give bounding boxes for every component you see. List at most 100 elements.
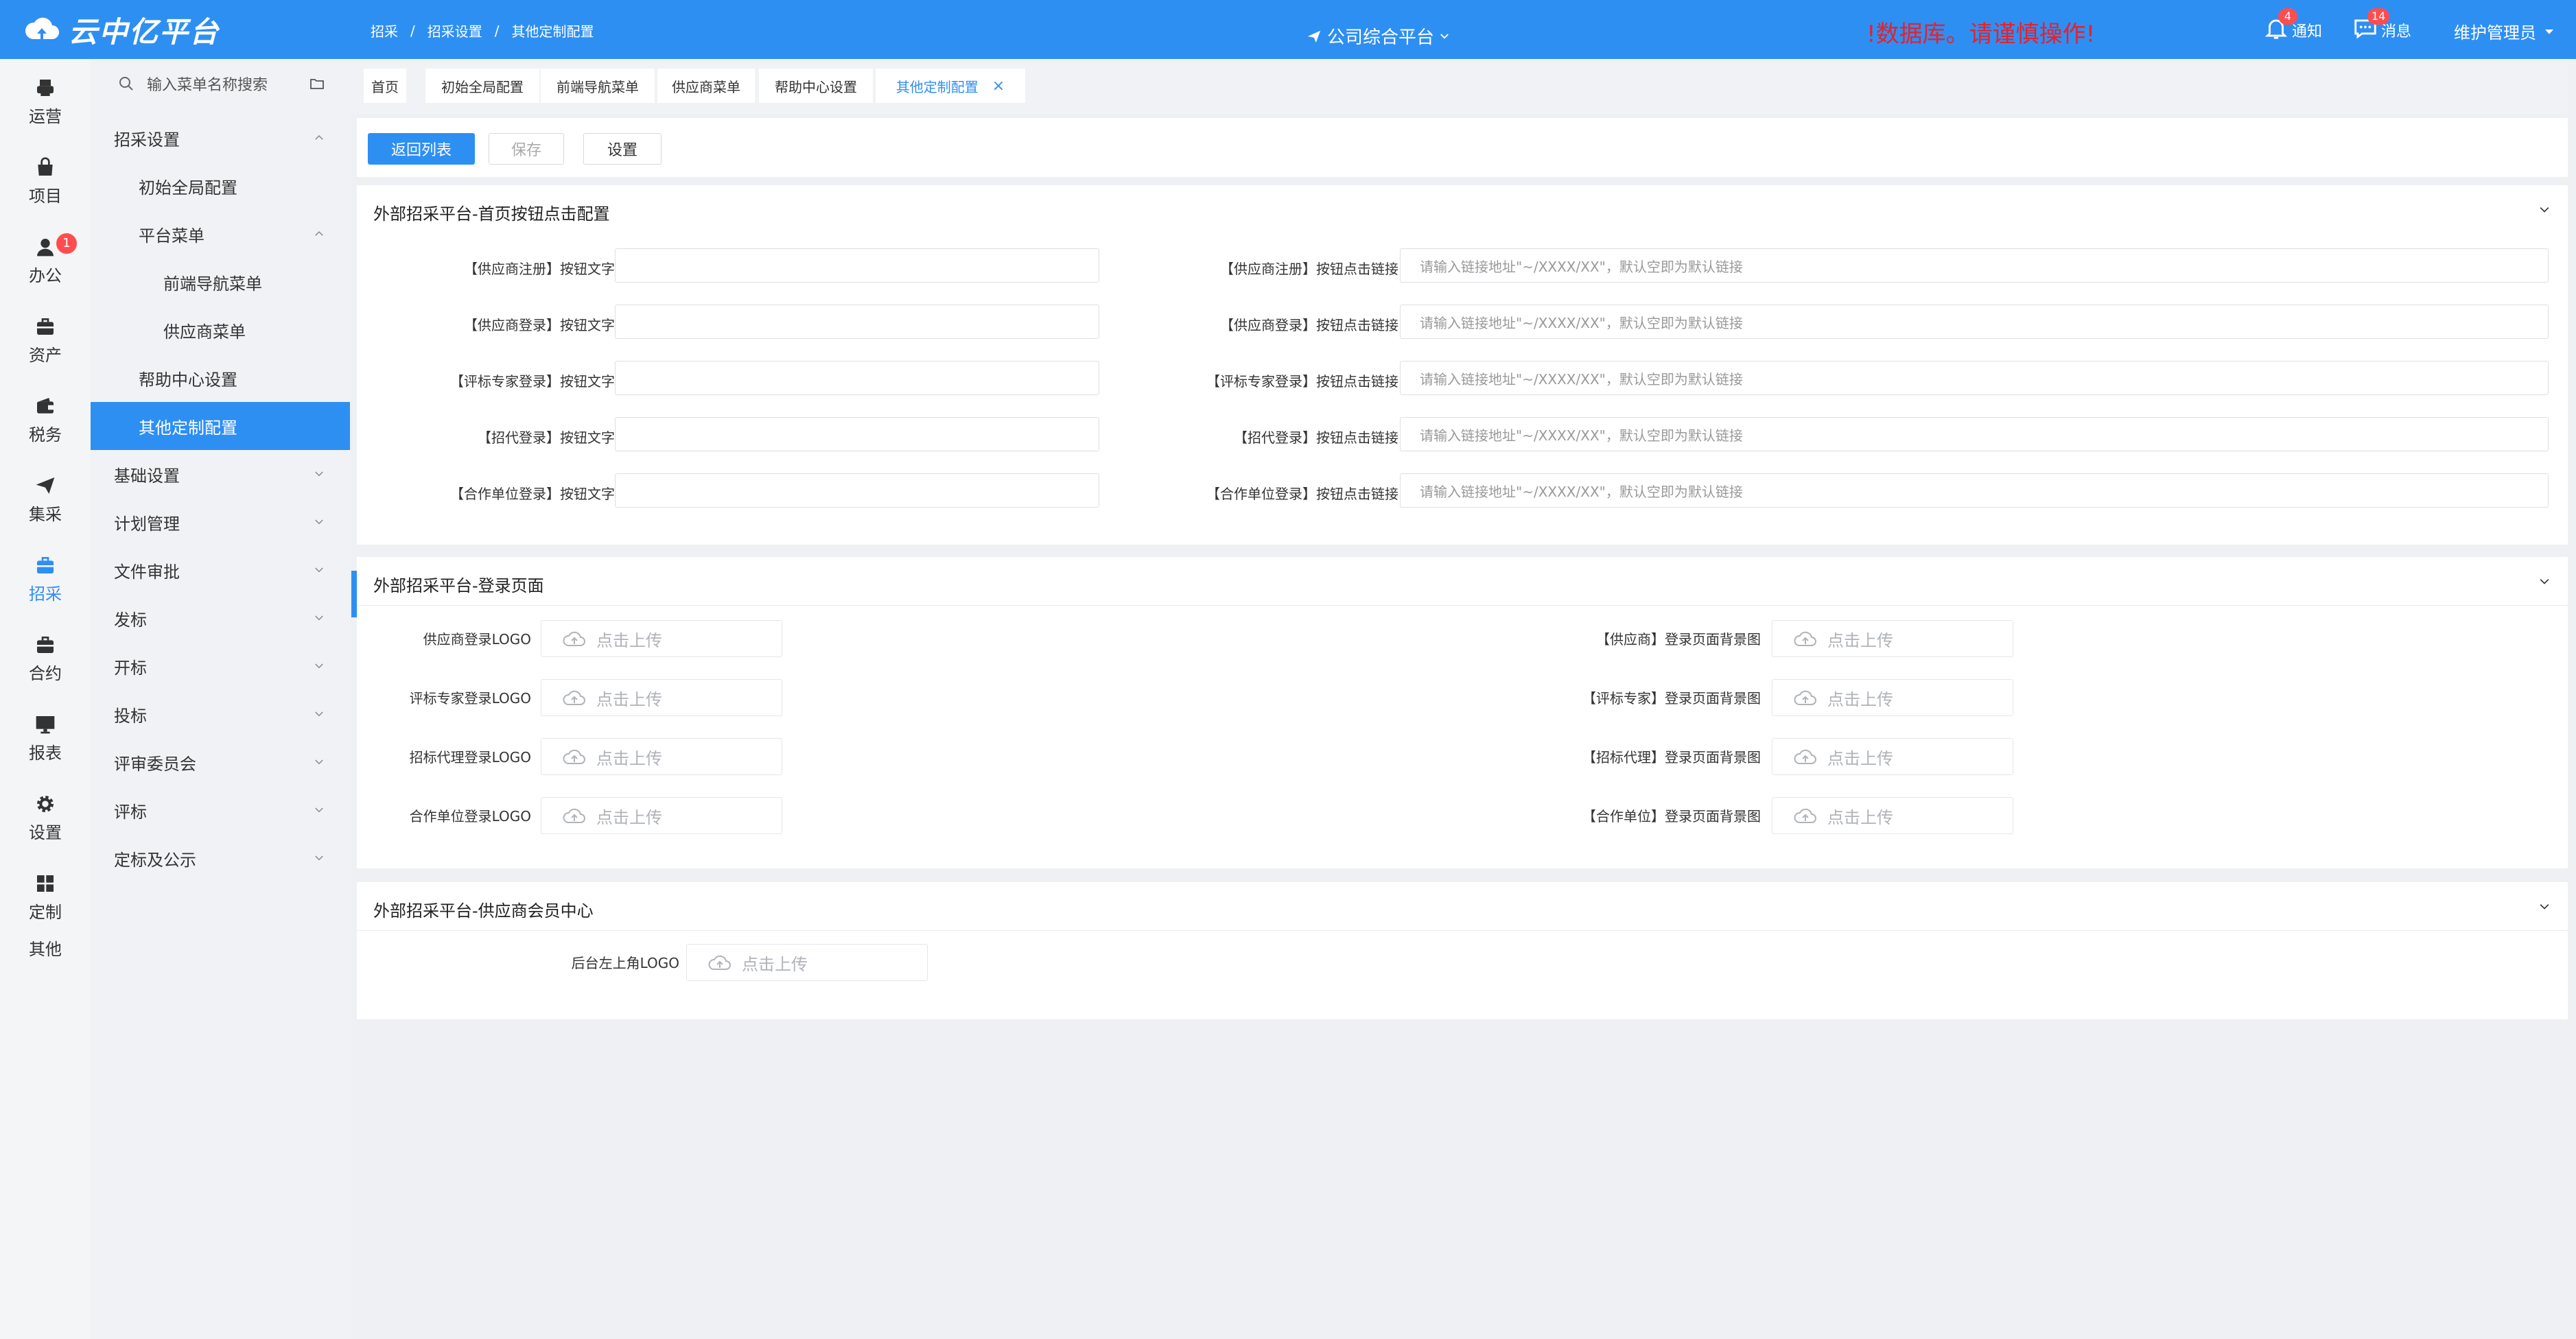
tab-home[interactable]: 首页 — [364, 69, 406, 103]
toolbar: 返回列表 保存 设置 — [357, 118, 2568, 177]
sidebar-item-label: 评标 — [114, 802, 147, 822]
bag-icon — [38, 157, 53, 176]
upload-button[interactable]: 点击上传 — [1772, 738, 2013, 775]
rail-item-custom[interactable]: 定制 — [0, 873, 91, 941]
upload-text: 点击上传 — [1827, 807, 1893, 827]
breadcrumb-item[interactable]: 招采设置 — [428, 21, 482, 40]
input-placeholder: 请输入链接地址"~/XXXX/XX"，默认空即为默认链接 — [1420, 427, 1743, 444]
button-text-input[interactable] — [615, 473, 1099, 508]
sidebar-item[interactable]: 招采设置 — [91, 114, 350, 162]
menu-search[interactable]: 输入菜单名称搜索 — [118, 69, 338, 99]
sidebar-item[interactable]: 文件审批 — [91, 546, 350, 594]
rail-item-operations[interactable]: 运营 — [0, 77, 91, 145]
sidebar-item-label: 帮助中心设置 — [139, 370, 237, 390]
rail-item-office[interactable]: 1 办公 — [0, 233, 91, 305]
platform-selector[interactable]: 公司综合平台 — [1307, 23, 1456, 49]
sidebar-item[interactable]: 投标 — [91, 690, 350, 738]
upload-label: 评标专家登录LOGO — [409, 690, 531, 707]
rail-item-assets[interactable]: 资产 — [0, 316, 91, 384]
tab-supplier-menu[interactable]: 供应商菜单 — [657, 69, 755, 103]
rail-item-settings[interactable]: 设置 — [0, 793, 91, 862]
button-text-input[interactable] — [615, 361, 1099, 395]
back-to-list-button[interactable]: 返回列表 — [368, 133, 475, 165]
sidebar-item[interactable]: 基础设置 — [91, 450, 350, 498]
message-button[interactable]: 14 消息 — [2352, 8, 2411, 45]
upload-label: 【招标代理】登录页面背景图 — [1582, 749, 1761, 766]
platform-label: 公司综合平台 — [1327, 27, 1435, 48]
sidebar-item[interactable]: 初始全局配置 — [91, 162, 350, 210]
tab-other-config[interactable]: 其他定制配置 × — [876, 69, 1025, 103]
panel-title: 外部招采平台-供应商会员中心 — [373, 901, 594, 921]
button-link-input[interactable]: 请输入链接地址"~/XXXX/XX"，默认空即为默认链接 — [1400, 305, 2549, 339]
button-link-input[interactable]: 请输入链接地址"~/XXXX/XX"，默认空即为默认链接 — [1400, 361, 2549, 395]
sidebar-item[interactable]: 评标 — [91, 786, 350, 834]
close-icon[interactable]: × — [992, 78, 1005, 95]
wallet-icon — [37, 398, 54, 414]
tab-label: 首页 — [371, 78, 399, 95]
settings-button[interactable]: 设置 — [583, 133, 661, 165]
sidebar-item-label: 初始全局配置 — [139, 178, 237, 198]
input-placeholder: 请输入链接地址"~/XXXX/XX"，默认空即为默认链接 — [1420, 258, 1743, 275]
app-logo[interactable]: 云中亿平台 — [23, 10, 220, 49]
button-link-input[interactable]: 请输入链接地址"~/XXXX/XX"，默认空即为默认链接 — [1400, 473, 2549, 508]
upload-button[interactable]: 点击上传 — [541, 620, 782, 657]
sidebar-item[interactable]: 前端导航菜单 — [91, 258, 350, 306]
rail-item-procurement[interactable]: 招采 — [0, 554, 91, 623]
bell-icon-wrap: 4 — [2263, 8, 2297, 45]
tab-label: 初始全局配置 — [441, 78, 524, 95]
rail-item-group-purchase[interactable]: 集采 — [0, 475, 91, 543]
rail-item-report[interactable]: 报表 — [0, 713, 91, 782]
upload-button[interactable]: 点击上传 — [1772, 797, 2013, 834]
field-label: 【供应商注册】按钮文字 — [464, 261, 615, 277]
chevron-down-icon — [315, 615, 323, 621]
cloud-logo-icon — [25, 17, 59, 39]
tab-help-center[interactable]: 帮助中心设置 — [759, 69, 873, 103]
tab-front-nav[interactable]: 前端导航菜单 — [541, 69, 655, 103]
tab-initial-config[interactable]: 初始全局配置 — [425, 69, 539, 103]
button-text-input[interactable] — [615, 248, 1099, 283]
user-menu[interactable]: 维护管理员 — [2454, 19, 2555, 43]
sidebar-item[interactable]: 帮助中心设置 — [91, 354, 350, 402]
sidebar-item[interactable]: 开标 — [91, 642, 350, 690]
chevron-down-icon[interactable] — [2538, 575, 2551, 589]
upload-button[interactable]: 点击上传 — [1772, 679, 2013, 716]
notify-button[interactable]: 4 通知 — [2263, 8, 2323, 45]
person-icon — [37, 239, 54, 257]
chevron-down-icon — [315, 855, 323, 861]
button-link-input[interactable]: 请输入链接地址"~/XXXX/XX"，默认空即为默认链接 — [1400, 417, 2549, 451]
rail-item-other[interactable]: 其他 — [0, 936, 91, 1004]
rail-item-contract[interactable]: 合约 — [0, 634, 91, 702]
folder-icon[interactable] — [309, 75, 325, 92]
upload-button[interactable]: 点击上传 — [541, 797, 782, 834]
sidebar-item-label: 开标 — [114, 658, 147, 678]
user-name: 维护管理员 — [2454, 23, 2536, 43]
sidebar-item[interactable]: 计划管理 — [91, 498, 350, 546]
upload-button[interactable]: 点击上传 — [1772, 620, 2013, 657]
chevron-down-icon — [315, 471, 323, 477]
rail-item-tax[interactable]: 税务 — [0, 395, 91, 464]
rail-item-project[interactable]: 项目 — [0, 156, 91, 225]
upload-button[interactable]: 点击上传 — [686, 944, 928, 981]
sidebar-item-label: 招采设置 — [114, 130, 180, 150]
sidebar-item[interactable]: 供应商菜单 — [91, 306, 350, 354]
sidebar-item[interactable]: 定标及公示 — [91, 834, 350, 882]
sidebar-item-label: 供应商菜单 — [163, 322, 246, 342]
sidebar-item[interactable]: 发标 — [91, 594, 350, 642]
save-button[interactable]: 保存 — [489, 133, 564, 165]
upload-button[interactable]: 点击上传 — [541, 679, 782, 716]
button-link-input[interactable]: 请输入链接地址"~/XXXX/XX"，默认空即为默认链接 — [1400, 248, 2549, 283]
breadcrumb-separator: / — [494, 22, 500, 39]
sidebar-item[interactable]: 其他定制配置 — [91, 402, 350, 450]
button-text-input[interactable] — [615, 305, 1099, 339]
button-text-input[interactable] — [615, 417, 1099, 451]
sidebar-item[interactable]: 平台菜单 — [91, 210, 350, 258]
app-title: 云中亿平台 — [69, 14, 220, 49]
upload-label: 【合作单位】登录页面背景图 — [1582, 808, 1761, 825]
chevron-down-icon[interactable] — [2538, 203, 2551, 217]
upload-button[interactable]: 点击上传 — [541, 738, 782, 775]
send-icon — [1307, 30, 1321, 43]
sidebar-item[interactable]: 评审委员会 — [91, 738, 350, 786]
notify-label: 通知 — [2292, 23, 2323, 40]
breadcrumb-item[interactable]: 招采 — [371, 21, 398, 40]
chevron-down-icon[interactable] — [2538, 900, 2551, 914]
